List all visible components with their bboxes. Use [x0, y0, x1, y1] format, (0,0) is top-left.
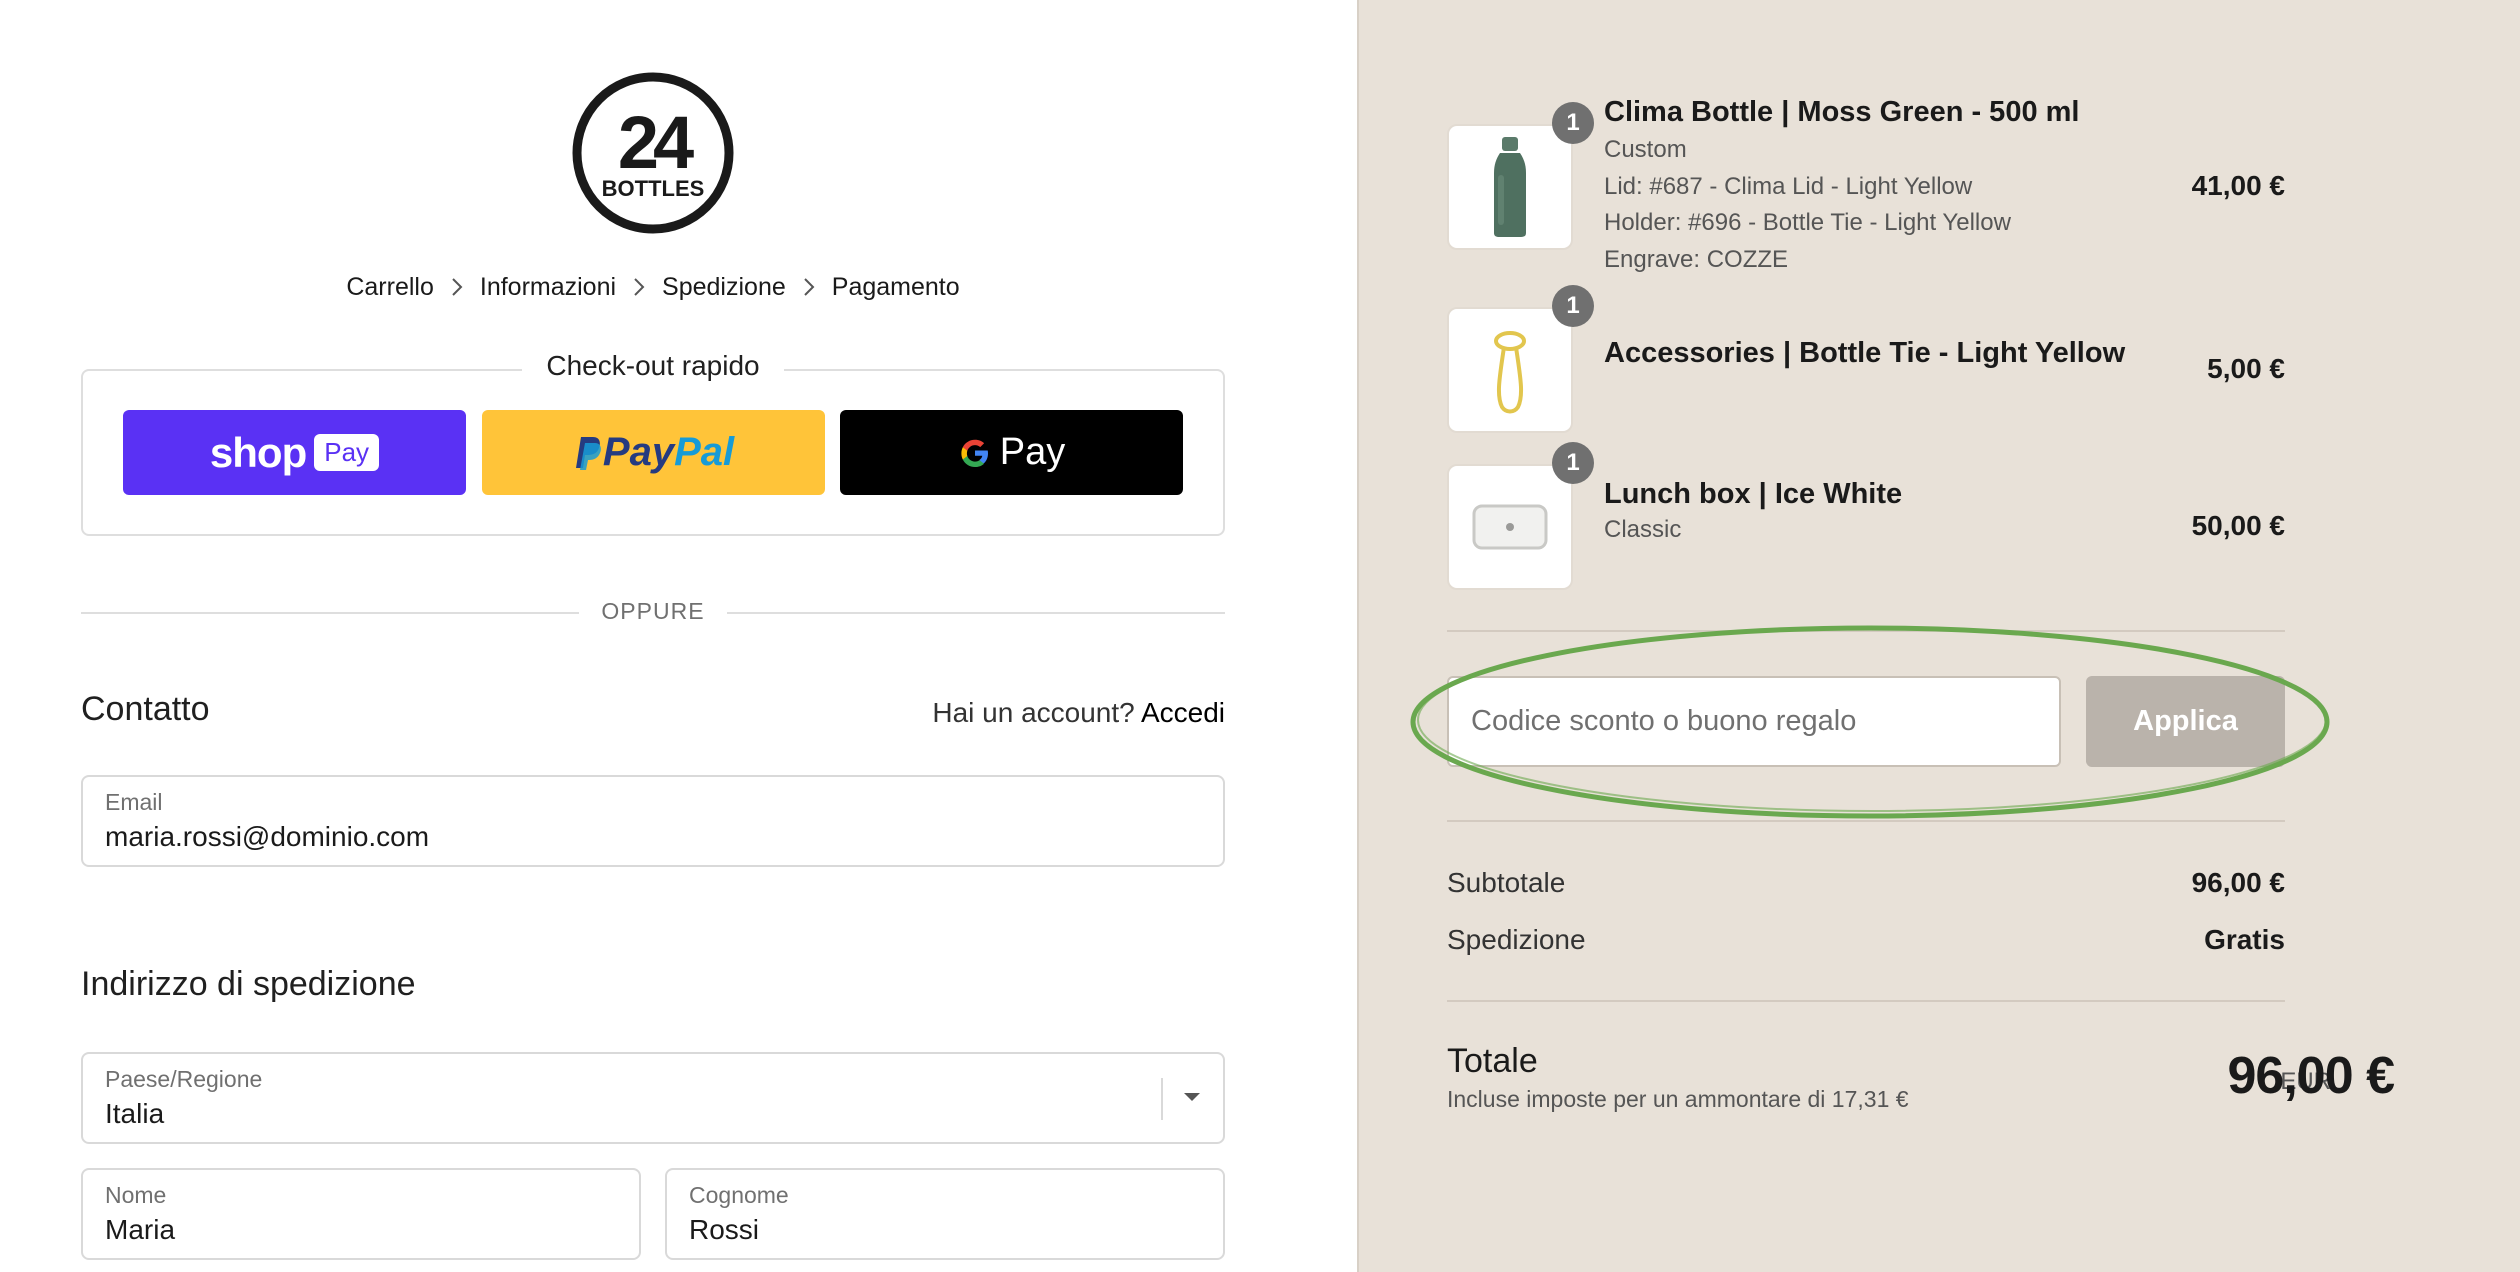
breadcrumb-payment: Pagamento — [831, 272, 960, 301]
logo-number: 24 — [618, 101, 694, 184]
subtotal-row: Subtotale 96,00 € — [1447, 867, 2285, 899]
google-pay-wordmark: Pay — [999, 431, 1066, 473]
paypal-icon — [575, 436, 601, 470]
breadcrumb-cart[interactable]: Carrello — [340, 273, 440, 302]
item-holder: Holder: #696 - Bottle Tie - Light Yellow — [1604, 209, 2011, 236]
item-variant: Classic — [1604, 516, 1682, 543]
express-checkout-title: Check-out rapido — [0, 350, 1306, 382]
shop-pay-wordmark: shop — [209, 428, 307, 476]
subtotal-value: 96,00 € — [2191, 867, 2285, 898]
country-label: Paese/Regione — [105, 1066, 263, 1092]
country-select[interactable]: Paese/Regione Italia — [81, 1052, 1225, 1144]
divider-line — [1447, 630, 2285, 632]
item-engrave: Engrave: COZZE — [1604, 246, 1789, 273]
last-name-value[interactable]: Rossi — [689, 1214, 759, 1246]
quantity-badge: 1 — [1552, 285, 1594, 327]
shipping-section-title: Indirizzo di spedizione — [81, 965, 416, 1003]
cart-item: 1 Lunch box | Ice White Classic 50,00 € — [1447, 442, 2285, 590]
breadcrumb: Carrello Informazioni Spedizione Pagamen… — [0, 272, 1306, 302]
chevron-right-icon — [792, 272, 826, 302]
item-price: 41,00 € — [2191, 170, 2285, 201]
last-name-field[interactable]: Cognome Rossi — [665, 1168, 1225, 1260]
item-price: 5,00 € — [2207, 353, 2285, 384]
paypal-button[interactable]: PayPal — [482, 410, 825, 495]
bottle-tie-icon — [1447, 307, 1573, 433]
email-field[interactable]: Email maria.rossi@dominio.com — [81, 775, 1225, 867]
item-name: Lunch box | Ice White — [1604, 478, 1903, 510]
discount-code-input[interactable] — [1447, 676, 2061, 767]
logo-word: BOTTLES — [602, 176, 705, 201]
tax-note: Incluse imposte per un ammontare di 17,3… — [1447, 1086, 1909, 1112]
order-summary-panel: 1 Clima Bottle | Moss Green - 500 ml Cus… — [1357, 0, 2520, 1272]
brand-logo[interactable]: 24 BOTTLES — [572, 72, 734, 234]
or-divider-text: OPPURE — [0, 598, 1306, 625]
item-price: 50,00 € — [2191, 510, 2285, 541]
quantity-badge: 1 — [1552, 102, 1594, 144]
google-g-icon — [961, 439, 988, 467]
first-name-label: Nome — [105, 1182, 167, 1208]
shop-pay-pill: Pay — [314, 434, 380, 471]
shipping-row: Spedizione Gratis — [1447, 924, 2285, 956]
chevron-right-icon — [440, 272, 474, 302]
item-variant: Custom — [1604, 136, 1687, 163]
shipping-label: Spedizione — [1447, 924, 1586, 955]
shop-pay-button[interactable]: shop Pay — [123, 410, 466, 495]
first-name-field[interactable]: Nome Maria — [81, 1168, 641, 1260]
divider-line — [1447, 1000, 2285, 1002]
item-lid: Lid: #687 - Clima Lid - Light Yellow — [1604, 173, 1973, 200]
lunch-box-icon — [1447, 464, 1573, 590]
divider-line — [1447, 820, 2285, 822]
subtotal-label: Subtotale — [1447, 867, 1566, 898]
breadcrumb-information: Informazioni — [479, 272, 617, 301]
chevron-right-icon — [622, 272, 656, 302]
total-label: Totale — [1447, 1042, 1538, 1080]
account-prompt: Hai un account? Accedi — [932, 697, 1225, 728]
contact-section-title: Contatto — [81, 690, 210, 728]
quantity-badge: 1 — [1552, 442, 1594, 484]
apply-discount-button[interactable]: Applica — [2086, 676, 2285, 767]
select-divider — [1161, 1078, 1163, 1120]
paypal-wordmark: PayPal — [602, 430, 735, 474]
total-amount: 96,00 € — [2227, 1047, 2395, 1105]
item-name: Clima Bottle | Moss Green - 500 ml — [1604, 96, 2080, 128]
chevron-down-icon[interactable] — [1183, 1090, 1201, 1108]
breadcrumb-shipping: Spedizione — [662, 272, 786, 301]
cart-item: 1 Accessories | Bottle Tie - Light Yello… — [1447, 285, 2285, 433]
bottle-icon — [1447, 124, 1573, 250]
shipping-value: Gratis — [2204, 924, 2285, 955]
last-name-label: Cognome — [689, 1182, 789, 1208]
email-label: Email — [105, 789, 163, 815]
first-name-value[interactable]: Maria — [105, 1214, 175, 1246]
cart-item: 1 Clima Bottle | Moss Green - 500 ml Cus… — [1447, 96, 2285, 274]
item-name: Accessories | Bottle Tie - Light Yellow — [1604, 337, 2126, 369]
email-value[interactable]: maria.rossi@dominio.com — [105, 821, 429, 853]
country-value[interactable]: Italia — [105, 1098, 164, 1130]
google-pay-button[interactable]: Pay — [840, 410, 1183, 495]
checkout-form-panel: 24 BOTTLES Carrello Informazioni Spedizi… — [0, 0, 1357, 1272]
login-link[interactable]: Accedi — [1141, 697, 1225, 728]
